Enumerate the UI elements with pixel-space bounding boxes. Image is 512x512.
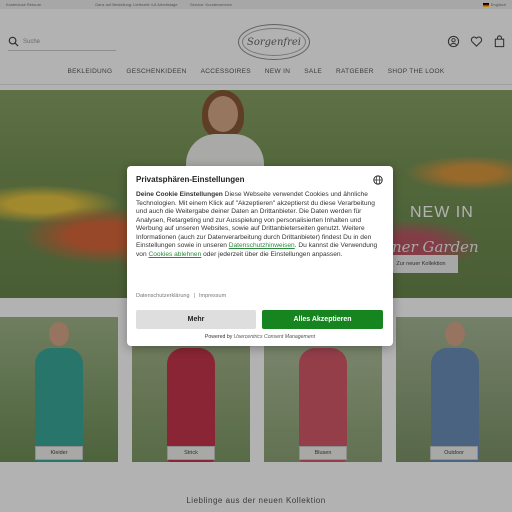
accept-all-button[interactable]: Alles Akzeptieren	[262, 310, 383, 329]
language-globe-icon[interactable]	[373, 175, 383, 185]
privacy-notice-link[interactable]: Datenschutzhinweisen	[229, 242, 295, 249]
consent-heading: Deine Cookie Einstellungen	[136, 191, 223, 198]
imprint-link[interactable]: Impressum	[199, 293, 226, 299]
privacy-policy-link[interactable]: Datenschutzerklärung	[136, 293, 190, 299]
consent-text: Deine Cookie Einstellungen Diese Webseit…	[136, 191, 378, 258]
consent-title: Privatsphären-Einstellungen	[136, 175, 245, 184]
powered-by: Powered by Usercentrics Consent Manageme…	[204, 334, 316, 340]
consent-footer-links: Datenschutzerklärung | Impressum	[136, 293, 227, 299]
cookie-consent-dialog: Privatsphären-Einstellungen Deine Cookie…	[127, 166, 393, 346]
more-button[interactable]: Mehr	[136, 310, 256, 329]
reject-cookies-link[interactable]: Cookies ablehnen	[148, 251, 201, 258]
